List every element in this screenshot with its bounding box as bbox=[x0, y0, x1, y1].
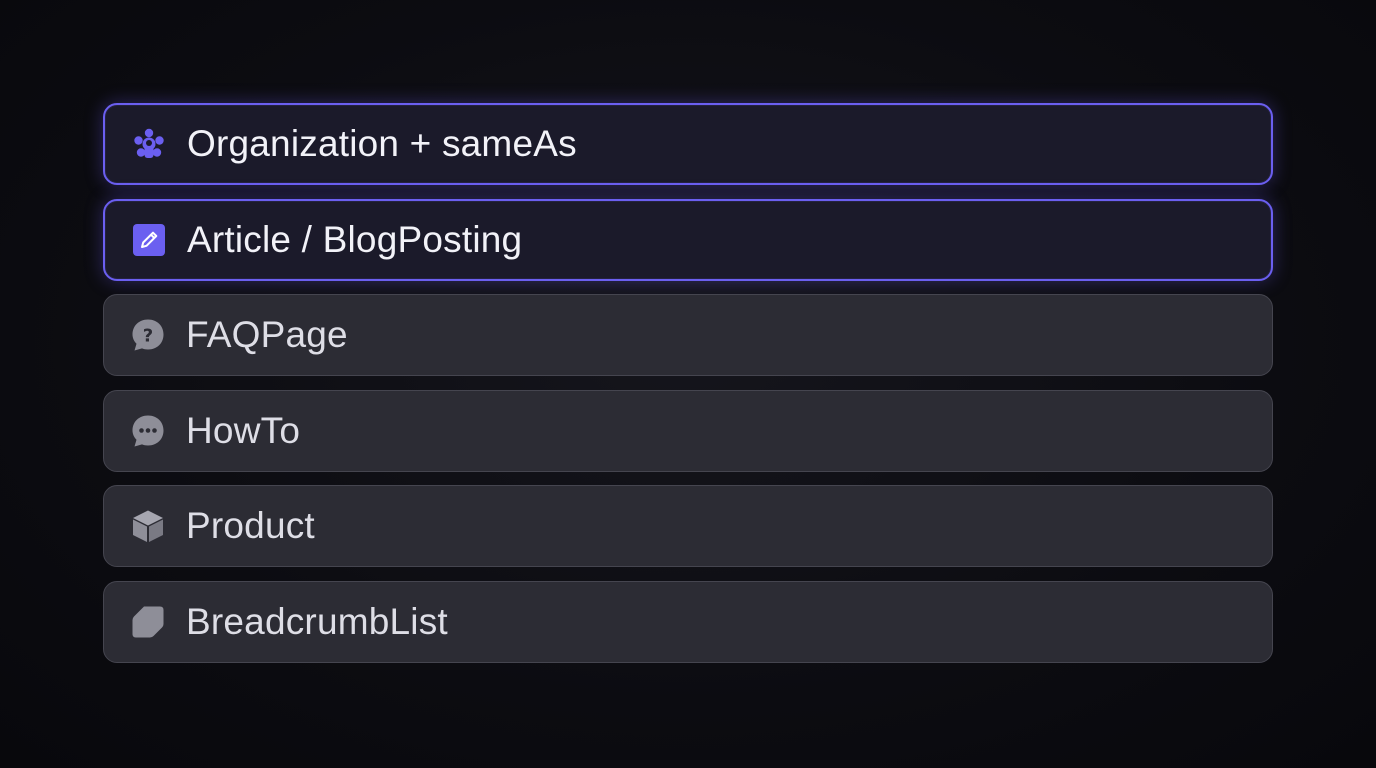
chat-bubble-icon bbox=[130, 413, 166, 449]
schema-item-label: HowTo bbox=[186, 409, 301, 451]
schema-item-label: Product bbox=[186, 505, 315, 546]
schema-item-organization[interactable]: Organization + sameAs bbox=[103, 103, 1273, 185]
schema-item-faqpage[interactable]: ? FAQPage bbox=[103, 294, 1273, 376]
schema-item-breadcrumblist[interactable]: BreadcrumbList bbox=[103, 580, 1273, 663]
schema-item-label: FAQPage bbox=[186, 314, 348, 355]
schema-item-howto[interactable]: HowTo bbox=[103, 389, 1273, 472]
schema-type-list: Organization + sameAs Article / BlogPost… bbox=[103, 103, 1273, 676]
schema-item-label: Article / BlogPosting bbox=[187, 218, 523, 260]
box-icon bbox=[130, 508, 166, 544]
tag-icon bbox=[130, 604, 166, 640]
schema-item-article[interactable]: Article / BlogPosting bbox=[103, 198, 1273, 281]
canvas: Organization + sameAs Article / BlogPost… bbox=[0, 0, 1376, 768]
schema-item-product[interactable]: Product bbox=[103, 485, 1273, 567]
organization-icon bbox=[131, 126, 167, 162]
schema-item-label: Organization + sameAs bbox=[187, 123, 577, 164]
svg-text:?: ? bbox=[143, 326, 153, 347]
schema-item-label: BreadcrumbList bbox=[186, 600, 448, 642]
edit-icon bbox=[131, 222, 167, 258]
question-bubble-icon: ? bbox=[130, 317, 166, 353]
